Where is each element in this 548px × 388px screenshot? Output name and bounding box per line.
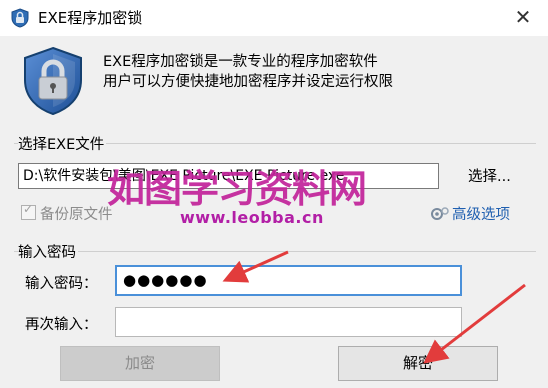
password-group-label: 输入密码: [18, 241, 78, 262]
close-icon[interactable]: ✕: [510, 4, 536, 30]
confirm-password-label: 再次输入：: [25, 317, 98, 333]
browse-button[interactable]: 选择...: [468, 165, 511, 186]
description-line-2: 用户可以方便快捷地加密程序并设定运行权限: [103, 74, 393, 90]
password-label: 输入密码：: [25, 276, 98, 292]
app-description: EXE程序加密锁是一款专业的程序加密软件 用户可以方便快捷地加密程序并设定运行权…: [103, 52, 393, 92]
title-bar: EXE程序加密锁 ✕: [0, 0, 548, 36]
window-title: EXE程序加密锁: [38, 9, 143, 27]
encrypt-button[interactable]: 加密: [60, 346, 220, 381]
backup-label: 备份原文件: [40, 207, 113, 223]
backup-checkbox[interactable]: ✓ 备份原文件: [21, 202, 113, 224]
decrypt-button[interactable]: 解密: [338, 346, 498, 381]
password-input[interactable]: ●●●●●●: [115, 265, 462, 296]
description-line-1: EXE程序加密锁是一款专业的程序加密软件: [103, 54, 378, 70]
password-group-separator: [14, 251, 536, 252]
watermark-url: www.leobba.cn: [180, 208, 324, 227]
confirm-password-input[interactable]: [115, 307, 462, 337]
watermark-text: 如图学习资料网: [107, 167, 367, 211]
shield-lock-icon: [24, 46, 82, 116]
advanced-options-link[interactable]: 高级选项: [430, 203, 510, 224]
app-lock-icon: [11, 8, 29, 28]
checkbox-icon[interactable]: ✓: [21, 202, 36, 220]
advanced-options-label: 高级选项: [452, 207, 510, 223]
advanced-options-icon: [431, 207, 449, 220]
file-group-label: 选择EXE文件: [18, 133, 107, 154]
